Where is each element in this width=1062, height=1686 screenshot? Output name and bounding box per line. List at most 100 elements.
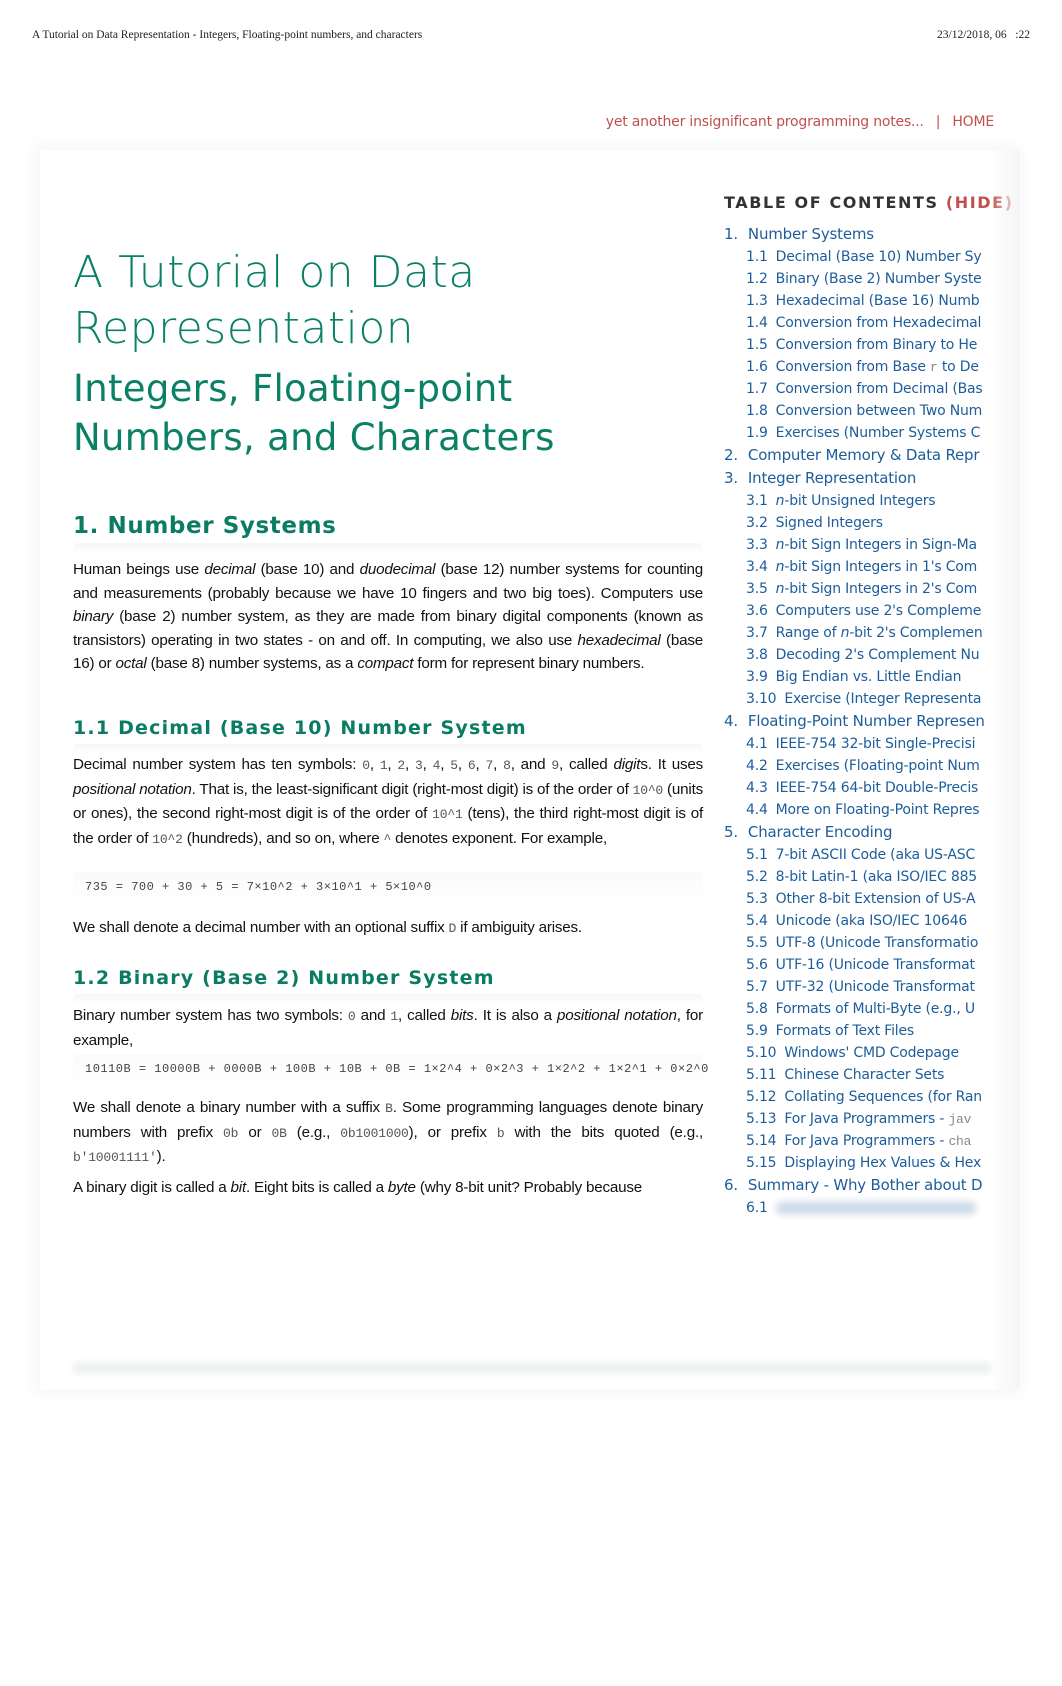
emphasis: byte xyxy=(387,1179,416,1196)
toc-item[interactable]: 4.2 Exercises (Floating-point Num xyxy=(724,755,990,777)
toc-item-label: Displaying Hex Values & Hex xyxy=(784,1155,982,1171)
toc-item-label-blurred xyxy=(775,1202,976,1214)
toc-item[interactable]: 5.2 8-bit Latin-1 (aka ISO/IEC 885 xyxy=(724,866,990,888)
code-binary-example: 10110B = 10000B + 0000B + 100B + 10B + 0… xyxy=(85,1062,709,1076)
home-link[interactable]: HOME xyxy=(952,114,994,130)
toc-item[interactable]: 5.12 Collating Sequences (for Ran xyxy=(724,1086,990,1108)
toc-item[interactable]: 3.8 Decoding 2's Complement Nu xyxy=(724,644,990,666)
toc-title: TABLE OF CONTENTS (HIDE) xyxy=(724,193,1024,212)
inline-code: D xyxy=(448,921,457,936)
print-page-title: A Tutorial on Data Representation - Inte… xyxy=(32,29,423,41)
emphasis: bit xyxy=(230,1179,247,1196)
toc-item[interactable]: 3. Integer Representation xyxy=(724,467,990,490)
toc-item-number: 3.6 xyxy=(746,603,768,619)
paragraph-decimal: Decimal number system has ten symbols: 0… xyxy=(73,756,704,847)
toc-item[interactable]: 1. Number Systems xyxy=(724,223,990,246)
toc-item-label: Signed Integers xyxy=(775,515,883,531)
toc-item-number: 3.9 xyxy=(746,669,768,685)
inline-code: 1 xyxy=(390,1009,399,1024)
toc-item-label: Summary - Why Bother about D xyxy=(747,1176,983,1194)
toc-item[interactable]: 1.6 Conversion from Base r to De xyxy=(724,356,990,378)
toc-item[interactable]: 3.3 n-bit Sign Integers in Sign-Ma xyxy=(724,534,990,556)
toc-item[interactable]: 5.6 UTF-16 (Unicode Transformat xyxy=(724,954,990,976)
toc-item[interactable]: 3.9 Big Endian vs. Little Endian xyxy=(724,666,990,688)
toc-item[interactable]: 5.10 Windows' CMD Codepage xyxy=(724,1042,990,1064)
toc-item[interactable]: 5.3 Other 8-bit Extension of US-A xyxy=(724,888,990,910)
toc-item-number: 5.7 xyxy=(746,979,768,995)
toc-item[interactable]: 1.8 Conversion between Two Num xyxy=(724,400,990,422)
toc-item[interactable]: 3.6 Computers use 2's Compleme xyxy=(724,600,990,622)
title-line-2: Representation xyxy=(73,303,415,354)
site-tagline-link[interactable]: yet another insignificant programming no… xyxy=(606,114,924,130)
toc-item-number: 3.1 xyxy=(746,493,768,509)
toc-item[interactable]: 5.13 For Java Programmers - jav xyxy=(724,1108,990,1130)
toc-item-label: n-bit Sign Integers in 2's Com xyxy=(775,581,978,597)
toc-item[interactable]: 4.4 More on Floating-Point Repres xyxy=(724,799,990,821)
toc-item[interactable]: 3.10 Exercise (Integer Representa xyxy=(724,688,990,710)
toc-item[interactable]: 1.9 Exercises (Number Systems C xyxy=(724,422,990,444)
toc-item-label: Unicode (aka ISO/IEC 10646 xyxy=(775,913,968,929)
toc-item[interactable]: 5.14 For Java Programmers - cha xyxy=(724,1130,990,1152)
toc-item-number: 5.11 xyxy=(746,1067,777,1083)
inline-code: ^ xyxy=(383,831,392,847)
toc-item-label: Decoding 2's Complement Nu xyxy=(775,647,980,663)
toc-item[interactable]: 5. Character Encoding xyxy=(724,821,990,844)
inline-code: 4 xyxy=(432,758,441,773)
toc-item[interactable]: 4.3 IEEE-754 64-bit Double-Precis xyxy=(724,777,990,799)
toc-item[interactable]: 6.1 xyxy=(724,1197,990,1219)
toc-item-number: 5.9 xyxy=(746,1023,768,1039)
toc-item[interactable]: 4.1 IEEE-754 32-bit Single-Precisi xyxy=(724,733,990,755)
toc-item-number: 5.13 xyxy=(746,1111,777,1127)
print-header: A Tutorial on Data Representation - Inte… xyxy=(32,29,1030,45)
toc-item-number: 5.4 xyxy=(746,913,768,929)
toc-item-number: 1.8 xyxy=(746,403,768,419)
toc-item[interactable]: 3.4 n-bit Sign Integers in 1's Com xyxy=(724,556,990,578)
toc-item[interactable]: 6. Summary - Why Bother about D xyxy=(724,1174,990,1197)
toc-item-label: Conversion from Binary to He xyxy=(775,337,978,353)
heading-underline xyxy=(73,543,703,553)
toc-item[interactable]: 5.9 Formats of Text Files xyxy=(724,1020,990,1042)
toc-item[interactable]: 5.7 UTF-32 (Unicode Transformat xyxy=(724,976,990,998)
toc-item[interactable]: 3.1 n-bit Unsigned Integers xyxy=(724,490,990,512)
toc-item-number: 4.4 xyxy=(746,802,768,818)
toc-item[interactable]: 5.15 Displaying Hex Values & Hex xyxy=(724,1152,990,1174)
toc-item-label: n-bit Unsigned Integers xyxy=(775,493,936,509)
emphasis: positional notation xyxy=(73,780,192,798)
toc-item-number: 3.10 xyxy=(746,691,777,707)
toc-item-number: 6.1 xyxy=(746,1200,768,1216)
emphasis: binary xyxy=(73,608,114,625)
toc-item[interactable]: 4. Floating-Point Number Represen xyxy=(724,710,990,733)
toc-item-number: 6. xyxy=(724,1176,738,1194)
toc-item-number: 1.7 xyxy=(746,381,768,397)
toc-item-label: IEEE-754 64-bit Double-Precis xyxy=(775,780,979,796)
toc-item[interactable]: 1.5 Conversion from Binary to He xyxy=(724,334,990,356)
code-decimal-example: 735 = 700 + 30 + 5 = 7×10^2 + 3×10^1 + 5… xyxy=(85,880,432,894)
toc-item[interactable]: 1.2 Binary (Base 2) Number Syste xyxy=(724,268,990,290)
toc-item-label: IEEE-754 32-bit Single-Precisi xyxy=(775,736,976,752)
toc-item[interactable]: 1.7 Conversion from Decimal (Bas xyxy=(724,378,990,400)
toc-item-number: 3. xyxy=(724,469,738,487)
nav-separator: | xyxy=(935,114,941,130)
toc-item[interactable]: 5.8 Formats of Multi-Byte (e.g., U xyxy=(724,998,990,1020)
emphasis: compact xyxy=(357,655,414,672)
toc-item[interactable]: 5.1 7-bit ASCII Code (aka US-ASC xyxy=(724,844,990,866)
toc-item-label: More on Floating-Point Repres xyxy=(775,802,980,818)
toc-item-label: Exercises (Number Systems C xyxy=(775,425,981,441)
toc-item[interactable]: 5.11 Chinese Character Sets xyxy=(724,1064,990,1086)
toc-item[interactable]: 1.3 Hexadecimal (Base 16) Numb xyxy=(724,290,990,312)
document-subtitle: Integers, Floating-point Numbers, and Ch… xyxy=(73,364,555,462)
toc-item-label: Other 8-bit Extension of US-A xyxy=(775,891,976,907)
toc-item[interactable]: 3.5 n-bit Sign Integers in 2's Com xyxy=(724,578,990,600)
toc-item[interactable]: 3.2 Signed Integers xyxy=(724,512,990,534)
inline-code: 5 xyxy=(450,758,458,773)
toc-item[interactable]: 5.5 UTF-8 (Unicode Transformatio xyxy=(724,932,990,954)
toc-item[interactable]: 1.1 Decimal (Base 10) Number Sy xyxy=(724,246,990,268)
toc-item-number: 5.15 xyxy=(746,1155,777,1171)
toc-item-label: Decimal (Base 10) Number Sy xyxy=(775,249,982,265)
toc-item[interactable]: 3.7 Range of n-bit 2's Complemen xyxy=(724,622,990,644)
section-heading-number-systems: 1. Number Systems xyxy=(73,513,337,539)
toc-item[interactable]: 1.4 Conversion from Hexadecimal xyxy=(724,312,990,334)
toc-item[interactable]: 5.4 Unicode (aka ISO/IEC 10646 xyxy=(724,910,990,932)
toc-item[interactable]: 2. Computer Memory & Data Repr xyxy=(724,444,990,467)
toc-item-label: Computers use 2's Compleme xyxy=(775,603,982,619)
